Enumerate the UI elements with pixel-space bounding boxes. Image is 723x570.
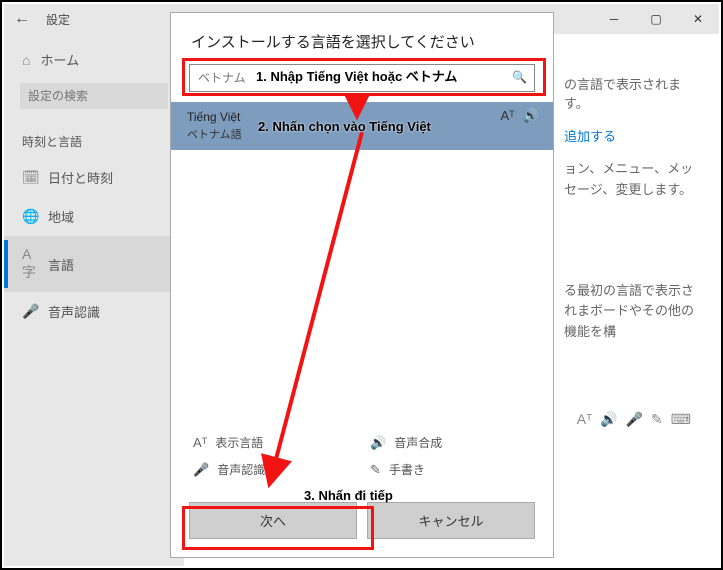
sidebar-item-language[interactable]: A字 言語 — [4, 236, 184, 292]
main-text-1: の言語で表示されます。 — [564, 74, 699, 112]
language-icon: A字 — [22, 246, 38, 282]
back-button[interactable]: ← — [14, 10, 30, 28]
sidebar-home-label: ホーム — [40, 50, 79, 69]
tts-icon: 🔊 — [523, 108, 539, 124]
speech-icon: 🎤 — [626, 411, 643, 428]
sidebar-item-datetime[interactable]: 🗓 日付と時刻 — [4, 158, 184, 197]
sidebar-item-label: 音声認識 — [48, 302, 100, 321]
annotation-label-step3: 3. Nhấn đi tiếp — [304, 488, 393, 503]
globe-icon: 🌐 — [22, 208, 38, 225]
handwriting-icon: ✎ — [651, 411, 663, 428]
tts-icon: 🔊 — [600, 411, 617, 428]
feature-icons-row: Aᵀ 🔊 🎤 ✎ ⌨ — [577, 411, 691, 428]
minimize-button[interactable]: ─ — [593, 4, 635, 34]
microphone-icon: 🎤 — [22, 303, 38, 320]
annotation-label-step1: 1. Nhập Tiếng Việt hoặc ベトナム — [256, 66, 457, 85]
capability-legend: Aᵀ 表示言語 🔊 音声合成 🎤 音声認識 ✎ 手書き — [171, 424, 553, 488]
settings-search-input[interactable] — [20, 83, 168, 109]
sidebar-item-label: 地域 — [48, 207, 74, 226]
calendar-icon: 🗓 — [22, 169, 38, 186]
cap-display-label: 表示言語 — [215, 434, 263, 451]
sidebar-item-label: 日付と時刻 — [48, 168, 113, 187]
search-icon: 🔍 — [512, 70, 527, 84]
display-lang-icon: Aᵀ — [577, 411, 592, 428]
sidebar: ⌂ ホーム 時刻と言語 🗓 日付と時刻 🌐 地域 A字 言語 🎤 音声認識 — [4, 34, 184, 566]
tts-icon: 🔊 — [370, 435, 386, 451]
sidebar-home[interactable]: ⌂ ホーム — [4, 42, 184, 77]
main-text-3: る最初の言語で表示されまボードやその他の機能を構 — [564, 281, 699, 343]
window-title: 設定 — [46, 11, 70, 28]
speech-icon: 🎤 — [193, 462, 209, 478]
sidebar-item-region[interactable]: 🌐 地域 — [4, 197, 184, 236]
language-install-dialog: インストールする言語を選択してください 🔍 Tiếng Việt ベトナム語 A… — [170, 12, 554, 558]
display-lang-icon: Aᵀ — [193, 435, 207, 450]
cap-tts-label: 音声合成 — [394, 434, 442, 451]
home-icon: ⌂ — [22, 52, 30, 68]
add-language-link[interactable]: 追加する — [564, 126, 699, 145]
maximize-button[interactable]: ▢ — [635, 4, 677, 34]
handwriting-icon: ✎ — [370, 462, 381, 478]
display-lang-icon: Aᵀ — [501, 108, 515, 124]
close-button[interactable]: ✕ — [677, 4, 719, 34]
next-button[interactable]: 次へ — [189, 502, 357, 539]
cancel-button[interactable]: キャンセル — [367, 502, 535, 539]
main-text-2: ョン、メニュー、メッセージ、変更します。 — [564, 159, 699, 201]
sidebar-item-label: 言語 — [48, 255, 74, 274]
annotation-label-step2: 2. Nhấn chọn vào Tiếng Việt — [258, 119, 431, 134]
cap-speech-label: 音声認識 — [217, 461, 265, 478]
keyboard-icon: ⌨ — [671, 411, 691, 428]
cap-handwriting-label: 手書き — [389, 461, 425, 478]
sidebar-section-header: 時刻と言語 — [4, 119, 184, 158]
dialog-title: インストールする言語を選択してください — [171, 13, 553, 64]
sidebar-item-speech[interactable]: 🎤 音声認識 — [4, 292, 184, 331]
